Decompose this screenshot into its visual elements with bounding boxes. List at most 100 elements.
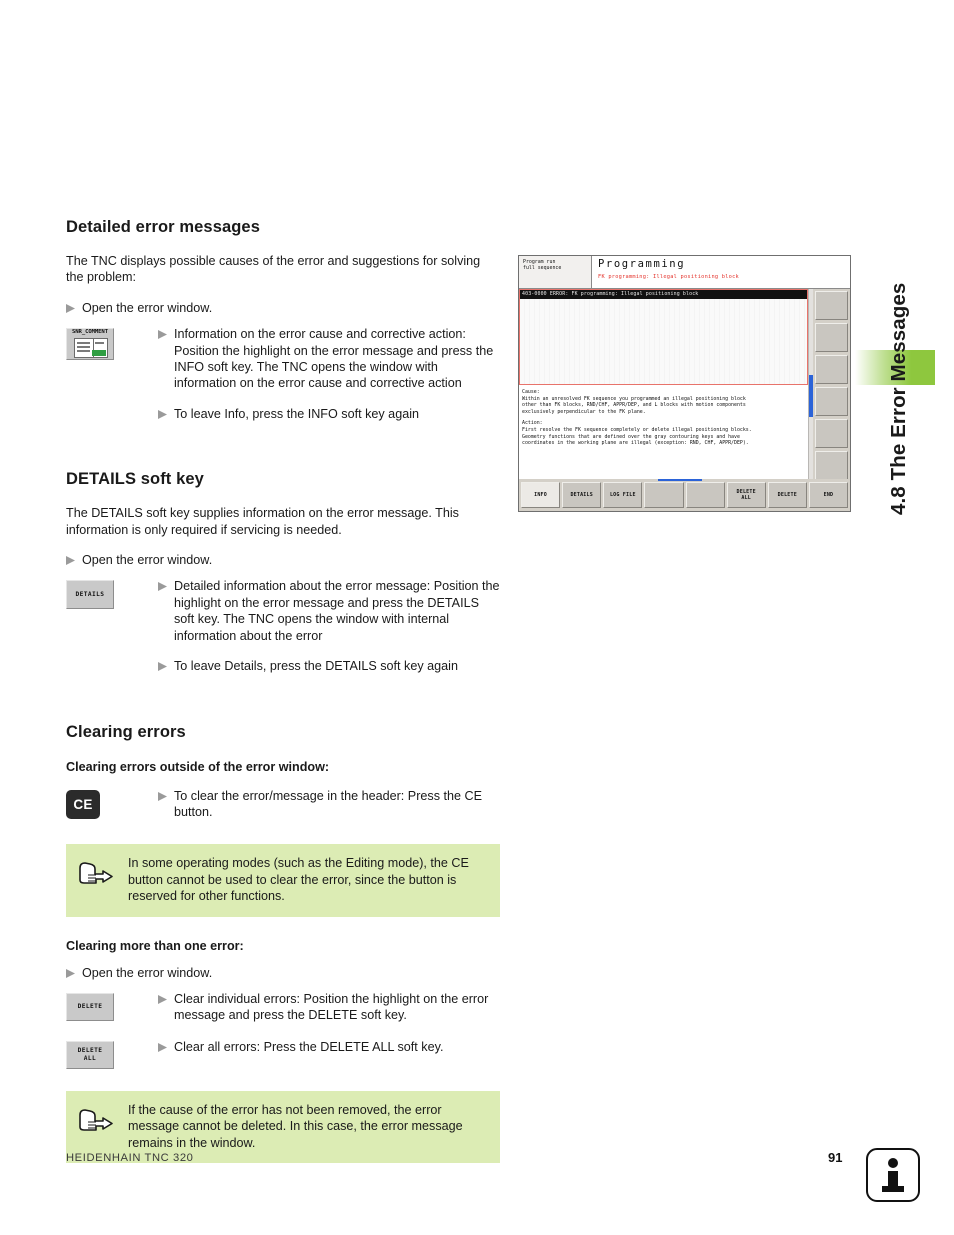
detailed-item2-bullet: To leave Info, press the INFO soft key a…	[158, 406, 500, 422]
detailed-open-window-bullet: Open the error window.	[66, 300, 500, 316]
delete-all-text-bullet: Clear all errors: Press the DELETE ALL s…	[158, 1039, 500, 1055]
tnc-softkey-info[interactable]: INFO	[521, 482, 561, 508]
subheading-clearing-more: Clearing more than one error:	[66, 938, 244, 953]
note-ce-text: In some operating modes (such as the Edi…	[128, 856, 469, 904]
details-item1-text: Detailed information about the error mes…	[174, 579, 500, 643]
tnc-softkey-row: INFO DETAILS LOG FILE DELETE ALL DELETE …	[519, 479, 850, 510]
tnc-error-window: 403-0000 ERROR: FK programming: Illegal …	[519, 289, 809, 385]
triangle-bullet-icon	[158, 991, 169, 1004]
detailed-open-window-text: Open the error window.	[82, 300, 213, 315]
delete-all-softkey-graphic: DELETE ALL	[66, 1039, 158, 1069]
details-softkey-graphic: DETAILS	[66, 578, 158, 610]
tnc-title-area: Programming FK programming: Illegal posi…	[592, 256, 850, 288]
note-box-ce: In some operating modes (such as the Edi…	[66, 844, 500, 917]
tnc-action-line-2: Geometry functions that are defined over…	[522, 433, 740, 440]
tnc-screen-figure: Program run full sequence Programming FK…	[518, 255, 851, 512]
tnc-body: 403-0000 ERROR: FK programming: Illegal …	[519, 289, 850, 480]
snr-comment-table-icon	[74, 338, 108, 359]
triangle-bullet-icon	[66, 300, 77, 313]
delete-instruction-text: Clear individual errors: Position the hi…	[174, 991, 489, 1023]
tnc-vertical-softkey-1[interactable]	[815, 291, 848, 320]
detailed-info-key-block: SNR_COMMENT Information on the error cau…	[66, 326, 500, 432]
snr-comment-key-label: SNR_COMMENT	[72, 329, 108, 336]
tnc-softkey-log-file[interactable]: LOG FILE	[603, 482, 643, 508]
pointing-hand-icon	[76, 1102, 128, 1140]
triangle-bullet-icon	[158, 1039, 169, 1052]
footer-page-number: 91	[828, 1150, 843, 1165]
tnc-vertical-softkey-6[interactable]	[815, 451, 848, 480]
details-open-window-bullet: Open the error window.	[66, 552, 500, 568]
tnc-action-line-3: coordinates in the working plane are ill…	[522, 440, 749, 447]
tnc-detail-pane: Cause: Within an unresolved FK sequence …	[519, 385, 809, 477]
delete-all-softkey-label-line2: ALL	[83, 1054, 97, 1062]
ce-button-label: CE	[66, 789, 100, 819]
tnc-main-area: 403-0000 ERROR: FK programming: Illegal …	[519, 289, 809, 479]
tnc-softkey-delete-all[interactable]: DELETE ALL	[726, 482, 766, 508]
tnc-vertical-softkey-3[interactable]	[815, 355, 848, 384]
content-column: Detailed error messages The TNC displays…	[66, 218, 500, 1163]
heading-details-soft-key: DETAILS soft key	[66, 470, 204, 489]
delete-softkey-label: DELETE	[66, 992, 114, 1021]
details-key-block: DETAILS Detailed information about the e…	[66, 578, 500, 684]
tnc-softkey-delete[interactable]: DELETE	[767, 482, 807, 508]
delete-softkey-graphic: DELETE	[66, 991, 158, 1021]
tnc-status-error-text: FK programming: Illegal positioning bloc…	[598, 274, 739, 280]
tnc-softkey-row-marker	[658, 479, 702, 481]
tnc-cause-label: Cause:	[522, 389, 540, 395]
pointing-hand-icon	[76, 855, 128, 893]
detailed-item1-bullet: Information on the error cause and corre…	[158, 326, 500, 392]
tnc-vertical-scrollbar[interactable]	[808, 289, 814, 479]
footer-product-name: HEIDENHAIN TNC 320	[66, 1152, 194, 1164]
side-tab-label: 4.8 The Error Messages	[887, 282, 910, 515]
tnc-cause-line-2: other than FK blocks, RND/CHF, APPR/DEP,…	[522, 402, 746, 409]
info-icon-base	[882, 1186, 904, 1192]
delete-text-bullet: Clear individual errors: Position the hi…	[158, 991, 500, 1024]
details-softkey-label: DETAILS	[66, 580, 114, 610]
details-open-window-text: Open the error window.	[82, 553, 213, 568]
ce-text-bullet: To clear the error/message in the header…	[158, 788, 500, 821]
triangle-bullet-icon	[158, 406, 169, 419]
heading-detailed-error-messages: Detailed error messages	[66, 218, 260, 236]
detailed-item2-text: To leave Info, press the INFO soft key a…	[174, 406, 419, 421]
note-delete-text: If the cause of the error has not been r…	[128, 1102, 463, 1150]
tnc-scrollbar-thumb[interactable]	[809, 375, 814, 417]
delete-all-softkey-label-line1: DELETE	[77, 1047, 103, 1055]
triangle-bullet-icon	[158, 788, 169, 801]
tnc-softkey-empty-1[interactable]	[644, 482, 684, 508]
tnc-vertical-softkey-4[interactable]	[815, 387, 848, 416]
tnc-action-line-1: First resolve the FK sequence completely…	[522, 426, 752, 433]
tnc-action-label: Action:	[522, 420, 543, 427]
triangle-bullet-icon	[158, 578, 169, 592]
triangle-bullet-icon	[66, 965, 77, 978]
triangle-bullet-icon	[158, 326, 169, 340]
tnc-softkey-empty-2[interactable]	[685, 482, 725, 508]
details-intro-text: The DETAILS soft key supplies informatio…	[66, 506, 459, 537]
ce-instruction-text: To clear the error/message in the header…	[174, 788, 482, 819]
tnc-title: Programming	[598, 258, 686, 270]
tnc-cause-line-3: exclusively perpendicular to the FK plan…	[522, 408, 646, 415]
ce-button-graphic: CE	[66, 788, 158, 819]
detailed-item1-text: Information on the error cause and corre…	[174, 327, 494, 391]
details-item2-bullet: To leave Details, press the DETAILS soft…	[158, 658, 500, 674]
snr-comment-softkey-graphic: SNR_COMMENT	[66, 326, 158, 361]
tnc-error-row-selected[interactable]: 403-0000 ERROR: FK programming: Illegal …	[520, 290, 808, 299]
tnc-softkey-end[interactable]: END	[808, 482, 848, 508]
tnc-vertical-softkey-column	[813, 289, 850, 480]
tnc-mode-line2: full sequence	[523, 265, 562, 272]
info-icon-dot	[888, 1158, 898, 1168]
delete-all-instruction-text: Clear all errors: Press the DELETE ALL s…	[174, 1039, 444, 1054]
detailed-intro-text: The TNC displays possible causes of the …	[66, 254, 481, 285]
subheading-clearing-outside: Clearing errors outside of the error win…	[66, 759, 330, 774]
info-icon	[866, 1148, 920, 1202]
tnc-vertical-softkey-2[interactable]	[815, 323, 848, 352]
tnc-top-bar: Program run full sequence Programming FK…	[519, 256, 850, 289]
tnc-softkey-details[interactable]: DETAILS	[562, 482, 602, 508]
heading-clearing-errors: Clearing errors	[66, 722, 186, 741]
triangle-bullet-icon	[158, 658, 169, 672]
delete-all-key-block: DELETE ALL Clear all errors: Press the D…	[66, 1039, 500, 1069]
clearing-open-window-text: Open the error window.	[82, 965, 213, 980]
tnc-error-window-background	[520, 290, 808, 384]
chapter-side-tab: 4.8 The Error Messages	[845, 215, 935, 515]
triangle-bullet-icon	[66, 552, 77, 566]
tnc-vertical-softkey-5[interactable]	[815, 419, 848, 448]
